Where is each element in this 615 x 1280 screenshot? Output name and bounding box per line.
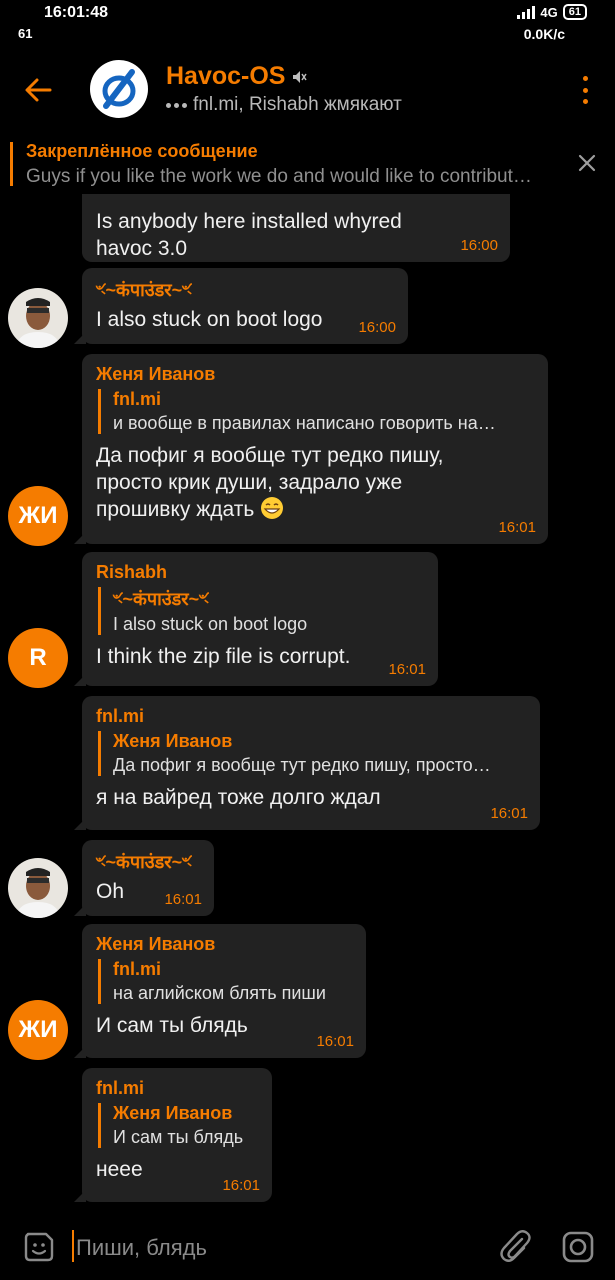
chat-title[interactable]: Havoc-OS	[166, 62, 308, 91]
reply-sender: fnl.mi	[113, 389, 161, 409]
message-time: 16:00	[460, 237, 498, 254]
message-bubble[interactable]: Женя Иванов fnl.mi и вообще в правилах н…	[74, 354, 548, 544]
pinned-accent-bar	[10, 142, 13, 186]
avatar[interactable]	[8, 288, 68, 348]
reply-sender: Женя Иванов	[113, 1103, 233, 1123]
message-time: 16:00	[358, 319, 396, 336]
message-time: 16:01	[490, 805, 528, 822]
status-bar: 16:01:48 61 4G 61 0.0K/c	[0, 0, 615, 48]
reply-quote[interactable]: Женя Иванов И сам ты блядь	[98, 1103, 258, 1148]
typing-status: fnl.mi, Rishabh жмякают	[166, 94, 402, 116]
sender-name: ৼ~कंपाउंडर~ৼ	[96, 280, 192, 300]
havoc-logo-icon	[102, 69, 136, 109]
message-bubble[interactable]: fnl.mi Женя Иванов Да пофиг я вообще тут…	[74, 696, 540, 830]
signal-icon	[517, 5, 536, 19]
message-bubble[interactable]: ৼ~कंपाउंडर~ৼ I also stuck on boot logo 1…	[74, 268, 408, 344]
reply-sender: fnl.mi	[113, 959, 161, 979]
sender-name: Женя Иванов	[96, 934, 216, 954]
notification-count: 61	[18, 26, 33, 41]
typing-dots-icon	[166, 102, 187, 108]
message-time: 16:01	[388, 661, 426, 678]
avatar-initials: ЖИ	[18, 502, 58, 529]
avatar[interactable]: R	[8, 628, 68, 688]
sender-name: ৼ~कंपाउंडर~ৼ	[96, 852, 192, 872]
user-photo	[8, 858, 68, 918]
message-bubble[interactable]: Rishabh ৼ~कंपाउंडर~ৼ I also stuck on boo…	[74, 552, 438, 686]
close-icon[interactable]	[577, 153, 597, 173]
chat-header: Havoc-OS fnl.mi, Rishabh жмякают	[0, 48, 615, 136]
reply-text: на аглийском блять пиши	[113, 983, 326, 1003]
status-indicators: 4G 61	[517, 4, 587, 20]
message-time: 16:01	[316, 1033, 354, 1050]
battery-icon: 61	[562, 4, 587, 20]
message-text: I think the zip file is corrupt.	[96, 645, 351, 668]
reply-text: I also stuck on boot logo	[113, 614, 308, 634]
message-time: 16:01	[222, 1177, 260, 1194]
message-text: Is anybody here installed whyred havoc 3…	[96, 210, 402, 260]
pinned-message[interactable]: Закреплённое сообщение Guys if you like …	[0, 136, 615, 194]
more-vert-icon[interactable]	[581, 76, 589, 104]
reply-quote[interactable]: fnl.mi на аглийском блять пиши	[98, 959, 352, 1004]
message-text: И сам ты блядь	[96, 1014, 248, 1037]
network-speed: 0.0K/c	[523, 26, 565, 42]
message-text: Да пофиг я вообще тут редко пишу, просто…	[96, 442, 534, 523]
status-time: 16:01:48	[44, 4, 109, 21]
sender-name: fnl.mi	[96, 1078, 144, 1098]
message-time: 16:01	[164, 891, 202, 908]
reply-quote[interactable]: Женя Иванов Да пофиг я вообще тут редко …	[98, 731, 526, 776]
message-bubble[interactable]: fnl.mi Женя Иванов И сам ты блядь нeee 1…	[74, 1068, 272, 1202]
compose-bar	[0, 1214, 615, 1280]
message-time: 16:01	[498, 519, 536, 536]
reply-text: и вообще в правилах написано говорить на…	[113, 413, 496, 433]
sender-name: Rishabh	[96, 562, 168, 582]
reply-sender: Женя Иванов	[113, 731, 233, 751]
sender-name: Женя Иванов	[96, 364, 216, 384]
attach-icon[interactable]	[497, 1228, 533, 1264]
reply-sender: ৼ~कंपाउंडर~ৼ	[113, 589, 209, 609]
pinned-title: Закреплённое сообщение	[26, 141, 258, 161]
avatar-initials: ЖИ	[18, 1016, 58, 1043]
avatar[interactable]	[8, 858, 68, 918]
reply-text: И сам ты блядь	[113, 1127, 244, 1147]
message-text: I also stuck on boot logo	[96, 308, 323, 331]
group-avatar[interactable]	[90, 60, 148, 118]
message-bubble[interactable]: ৼ~कंपाउंडर~ৼ Oh 16:01	[74, 840, 214, 916]
pinned-text: Guys if you like the work we do and woul…	[26, 166, 532, 187]
reply-quote[interactable]: fnl.mi и вообще в правилах написано гово…	[98, 389, 534, 434]
muted-icon	[293, 70, 308, 83]
grin-emoji-icon	[261, 497, 284, 519]
message-text: я на вайред тоже долго ждал	[96, 786, 381, 809]
avatar[interactable]: ЖИ	[8, 1000, 68, 1060]
network-type: 4G	[540, 4, 558, 20]
user-photo	[8, 288, 68, 348]
camera-icon[interactable]	[561, 1230, 595, 1264]
message-bubble[interactable]: Is anybody here installed whyred havoc 3…	[82, 194, 510, 262]
avatar[interactable]: ЖИ	[8, 486, 68, 546]
typing-status-text: fnl.mi, Rishabh жмякают	[193, 94, 402, 115]
back-arrow-icon[interactable]	[22, 74, 54, 106]
sender-name: fnl.mi	[96, 706, 144, 726]
message-input[interactable]	[76, 1232, 456, 1264]
sticker-icon[interactable]	[22, 1230, 56, 1264]
text-cursor	[72, 1230, 74, 1262]
message-list[interactable]: Is anybody here installed whyred havoc 3…	[0, 194, 615, 1208]
reply-quote[interactable]: ৼ~कंपाउंडर~ৼ I also stuck on boot logo	[98, 587, 424, 635]
avatar-initials: R	[29, 644, 47, 671]
reply-text: Да пофиг я вообще тут редко пишу, просто…	[113, 755, 491, 775]
chat-title-text: Havoc-OS	[166, 62, 286, 90]
message-bubble[interactable]: Женя Иванов fnl.mi на аглийском блять пи…	[74, 924, 366, 1058]
